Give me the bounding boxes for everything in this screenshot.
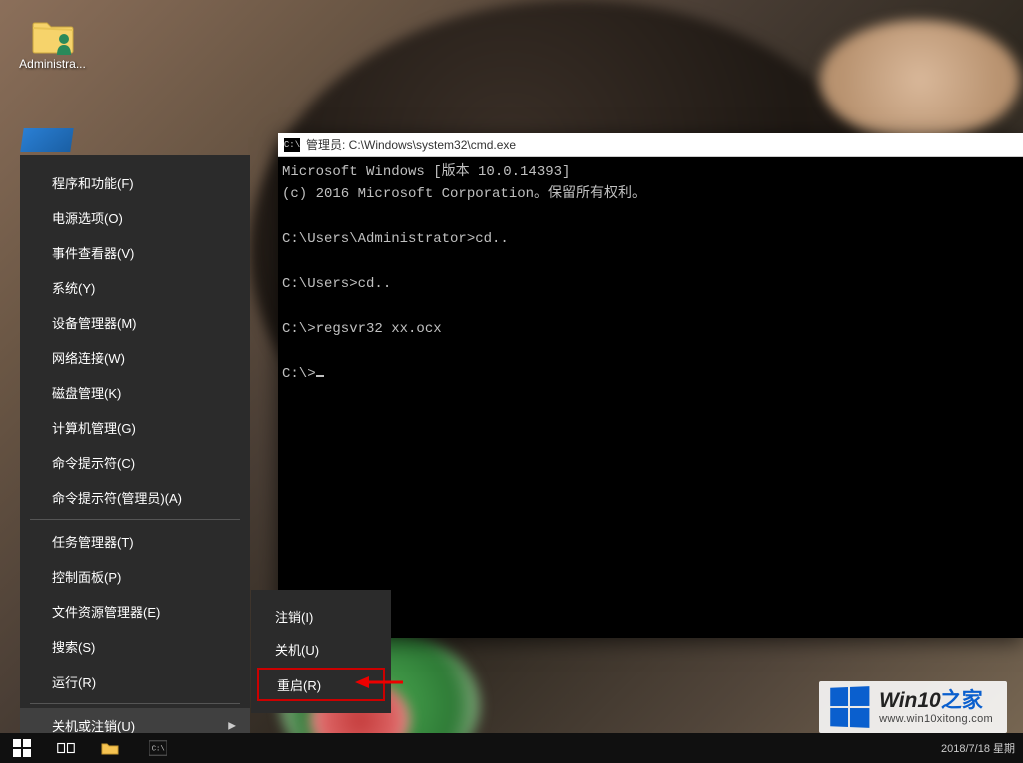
menu-shutdown-label: 关机或注销(U) [52,719,135,734]
watermark-brand-prefix: Win10 [879,689,941,712]
cmd-icon: C:\ [284,138,300,152]
menu-command-prompt[interactable]: 命令提示符(C) [20,445,250,480]
menu-network-connections[interactable]: 网络连接(W) [20,340,250,375]
cmd-cursor [316,375,324,377]
cmd-window[interactable]: C:\ 管理员: C:\Windows\system32\cmd.exe Mic… [278,133,1023,638]
taskbar-explorer[interactable] [88,733,132,763]
cmd-titlebar[interactable]: C:\ 管理员: C:\Windows\system32\cmd.exe [278,133,1023,157]
taskbar-clock[interactable]: 2018/7/18 星期 [933,740,1023,756]
submenu-signout[interactable]: 注销(I) [251,600,391,633]
cmd-taskbar-icon: C:\ [149,739,167,757]
menu-disk-management[interactable]: 磁盘管理(K) [20,375,250,410]
desktop-icon-administrator[interactable]: Administra... [15,15,90,71]
folder-icon [101,739,119,757]
chevron-right-icon: ▶ [228,720,236,731]
menu-device-manager[interactable]: 设备管理器(M) [20,305,250,340]
menu-separator [30,519,240,520]
start-button[interactable] [0,733,44,763]
menu-power-options[interactable]: 电源选项(O) [20,200,250,235]
watermark-brand-suffix: 之家 [941,689,983,712]
menu-task-manager[interactable]: 任务管理器(T) [20,524,250,559]
taskbar[interactable]: C:\ 2018/7/18 星期 [0,733,1023,763]
cmd-title: 管理员: C:\Windows\system32\cmd.exe [306,136,516,153]
taskbar-cmd-running[interactable]: C:\ [132,733,184,763]
menu-file-explorer[interactable]: 文件资源管理器(E) [20,594,250,629]
cmd-output[interactable]: Microsoft Windows [版本 10.0.14393] (c) 20… [278,157,1023,638]
svg-text:C:\: C:\ [152,746,165,754]
annotation-arrow [355,674,405,690]
folder-user-icon [31,15,75,55]
windows-logo-icon [830,686,869,728]
menu-programs-features[interactable]: 程序和功能(F) [20,165,250,200]
watermark-text: Win10之家 www.win10xitong.com [879,689,993,724]
menu-separator [30,703,240,704]
task-view-icon [57,739,75,757]
desktop-shortcut-partial[interactable] [20,128,73,152]
menu-control-panel[interactable]: 控制面板(P) [20,559,250,594]
menu-system[interactable]: 系统(Y) [20,270,250,305]
menu-search[interactable]: 搜索(S) [20,629,250,664]
windows-start-icon [13,739,31,757]
task-view-button[interactable] [44,733,88,763]
menu-computer-management[interactable]: 计算机管理(G) [20,410,250,445]
watermark: Win10之家 www.win10xitong.com [819,681,1007,733]
desktop: Administra... C:\ 管理员: C:\Windows\system… [0,0,1023,763]
winx-menu: 程序和功能(F) 电源选项(O) 事件查看器(V) 系统(Y) 设备管理器(M)… [20,155,250,735]
watermark-url: www.win10xitong.com [879,713,993,725]
menu-run[interactable]: 运行(R) [20,664,250,699]
desktop-icon-label: Administra... [19,57,86,71]
menu-command-prompt-admin[interactable]: 命令提示符(管理员)(A) [20,480,250,515]
menu-event-viewer[interactable]: 事件查看器(V) [20,235,250,270]
shutdown-submenu: 注销(I) 关机(U) 重启(R) [251,590,391,713]
submenu-shutdown[interactable]: 关机(U) [251,633,391,666]
wallpaper-region [820,20,1020,140]
